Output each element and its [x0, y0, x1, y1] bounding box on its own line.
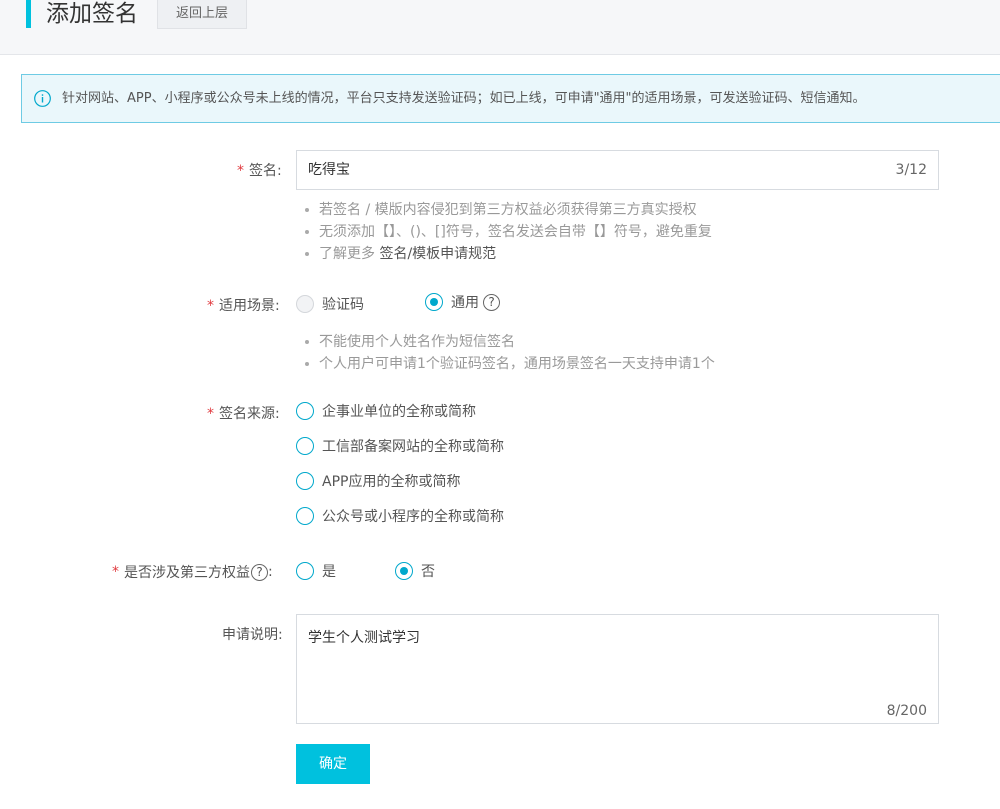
required-mark: *	[112, 564, 119, 580]
title-accent-bar	[26, 0, 31, 28]
radio-label: 验证码	[322, 297, 364, 313]
radio-circle	[296, 402, 314, 420]
description-char-count: 8/200	[886, 703, 927, 719]
signature-label: * 签名:	[237, 160, 282, 180]
required-mark: *	[207, 298, 214, 314]
radio-circle	[425, 293, 443, 311]
radio-circle	[296, 562, 314, 580]
page-header: 添加签名 返回上层	[0, 0, 1000, 55]
radio-label: 企事业单位的全称或简称	[322, 404, 476, 420]
help-icon[interactable]: ?	[251, 563, 268, 581]
label-colon: :	[268, 564, 273, 580]
radio-label: 是	[322, 564, 336, 580]
signature-hints: 若签名 / 模版内容侵犯到第三方权益必须获得第三方真实授权 无须添加【】、()、…	[305, 199, 712, 265]
back-button[interactable]: 返回上层	[157, 0, 247, 29]
required-mark: *	[237, 163, 244, 179]
description-label: 申请说明:	[222, 627, 283, 643]
radio-circle	[296, 472, 314, 490]
hint-text: 无须添加【】、()、[]符号，签名发送会自带【】符号，避免重复	[319, 224, 712, 240]
radio-label: 工信部备案网站的全称或简称	[322, 439, 504, 455]
third-party-option-yes[interactable]: 是	[296, 561, 336, 581]
page-title: 添加签名	[46, 1, 138, 27]
hint-text: 了解更多	[319, 246, 375, 262]
description-textarea[interactable]: 学生个人测试学习 8/200	[296, 614, 939, 724]
hint-text: 不能使用个人姓名作为短信签名	[319, 334, 515, 350]
source-option-website[interactable]: 工信部备案网站的全称或简称	[296, 436, 504, 456]
radio-label: 否	[421, 564, 435, 580]
signature-char-count: 3/12	[895, 162, 927, 178]
scene-label: * 适用场景:	[207, 295, 280, 315]
scene-label-text: 适用场景:	[219, 298, 280, 314]
help-icon[interactable]: ?	[483, 293, 500, 311]
signature-label-text: 签名:	[249, 163, 282, 179]
info-icon	[34, 90, 51, 107]
hint-text: 个人用户可申请1个验证码签名，通用场景签名一天支持申请1个	[319, 356, 715, 372]
radio-circle	[395, 562, 413, 580]
scene-hints: 不能使用个人姓名作为短信签名 个人用户可申请1个验证码签名，通用场景签名一天支持…	[305, 331, 715, 375]
radio-label: 公众号或小程序的全称或简称	[322, 509, 504, 525]
source-option-official-account[interactable]: 公众号或小程序的全称或简称	[296, 506, 504, 526]
signature-input-value: 吃得宝	[308, 162, 350, 178]
source-label-text: 签名来源:	[219, 406, 280, 422]
radio-label: 通用	[451, 295, 479, 311]
source-label: * 签名来源:	[207, 403, 280, 423]
radio-label: APP应用的全称或简称	[322, 474, 461, 490]
hint-item: 个人用户可申请1个验证码签名，通用场景签名一天支持申请1个	[305, 353, 715, 375]
hint-item: 了解更多 签名/模板申请规范	[305, 243, 712, 265]
hint-text: 若签名 / 模版内容侵犯到第三方权益必须获得第三方真实授权	[319, 202, 697, 218]
third-party-option-no[interactable]: 否	[395, 561, 435, 581]
radio-circle	[296, 295, 314, 313]
scene-option-general[interactable]: 通用 ?	[425, 292, 500, 312]
description-value: 学生个人测试学习	[308, 630, 420, 646]
info-notice: 针对网站、APP、小程序或公众号未上线的情况，平台只支持发送验证码；如已上线，可…	[21, 74, 1000, 123]
hint-item: 无须添加【】、()、[]符号，签名发送会自带【】符号，避免重复	[305, 221, 712, 243]
third-party-label: * 是否涉及第三方权益?:	[112, 562, 273, 582]
source-option-app[interactable]: APP应用的全称或简称	[296, 471, 460, 491]
scene-option-verification[interactable]: 验证码	[296, 294, 364, 314]
radio-circle	[296, 507, 314, 525]
hint-item: 不能使用个人姓名作为短信签名	[305, 331, 715, 353]
hint-item: 若签名 / 模版内容侵犯到第三方权益必须获得第三方真实授权	[305, 199, 712, 221]
source-option-enterprise[interactable]: 企事业单位的全称或简称	[296, 401, 476, 421]
submit-button[interactable]: 确定	[296, 744, 370, 784]
spec-link[interactable]: 签名/模板申请规范	[379, 246, 496, 262]
required-mark: *	[207, 406, 214, 422]
radio-circle	[296, 437, 314, 455]
signature-input[interactable]: 吃得宝 3/12	[296, 150, 939, 190]
notice-text: 针对网站、APP、小程序或公众号未上线的情况，平台只支持发送验证码；如已上线，可…	[62, 91, 866, 106]
third-party-label-text: 是否涉及第三方权益	[124, 565, 250, 581]
